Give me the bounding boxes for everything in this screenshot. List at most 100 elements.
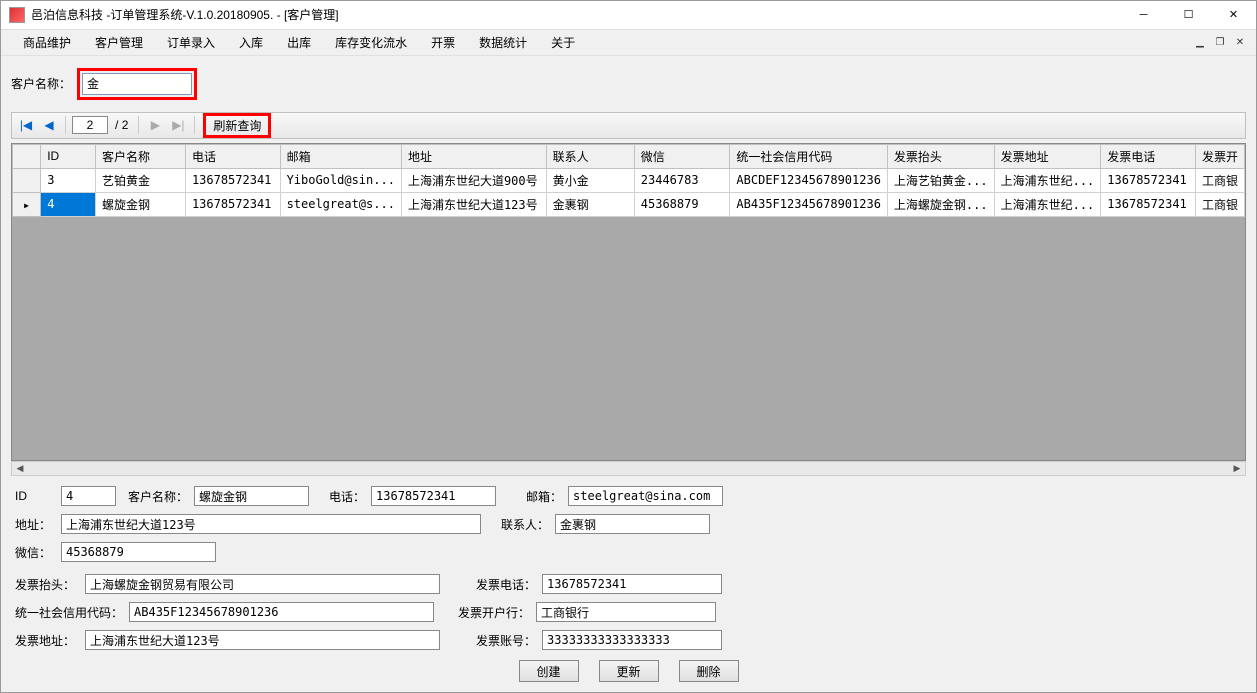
row-header-corner[interactable] xyxy=(13,144,41,168)
pager-prev-icon[interactable]: ◀ xyxy=(39,115,59,135)
label-invoice-bank: 发票开户行： xyxy=(458,604,530,621)
menu-stockflow[interactable]: 库存变化流水 xyxy=(323,30,419,55)
col-email[interactable]: 邮箱 xyxy=(280,144,401,168)
menu-stockout[interactable]: 出库 xyxy=(275,30,323,55)
field-phone[interactable] xyxy=(371,486,496,506)
pager-next-icon[interactable]: ▶ xyxy=(145,115,165,135)
delete-button[interactable]: 删除 xyxy=(679,660,739,682)
col-invoicebank[interactable]: 发票开 xyxy=(1195,144,1244,168)
cell[interactable]: 上海螺旋金钢... xyxy=(887,192,994,216)
refresh-highlight: 刷新查询 xyxy=(203,113,271,138)
menu-stockin[interactable]: 入库 xyxy=(227,30,275,55)
field-invoice-phone[interactable] xyxy=(542,574,722,594)
cell[interactable]: 上海浦东世纪... xyxy=(994,168,1101,192)
col-invoiceaddr[interactable]: 发票地址 xyxy=(994,144,1101,168)
pager-toolbar: |◀ ◀ / 2 ▶ ▶| 刷新查询 xyxy=(11,112,1246,139)
table-row[interactable]: 4螺旋金钢13678572341steelgreat@s...上海浦东世纪大道1… xyxy=(13,192,1245,216)
mdi-restore-icon[interactable]: ❐ xyxy=(1210,33,1230,51)
cell[interactable]: 上海艺铂黄金... xyxy=(887,168,994,192)
cell[interactable]: 23446783 xyxy=(634,168,730,192)
menu-invoice[interactable]: 开票 xyxy=(419,30,467,55)
col-invoicetitle[interactable]: 发票抬头 xyxy=(887,144,994,168)
col-address[interactable]: 地址 xyxy=(401,144,546,168)
table-row[interactable]: 3艺铂黄金13678572341YiboGold@sin...上海浦东世纪大道9… xyxy=(13,168,1245,192)
pager-last-icon[interactable]: ▶| xyxy=(168,115,188,135)
label-credit-code: 统一社会信用代码： xyxy=(15,604,123,621)
label-phone: 电话： xyxy=(329,488,365,505)
cell[interactable]: 上海浦东世纪大道123号 xyxy=(401,192,546,216)
horizontal-scrollbar[interactable]: ◀ ▶ xyxy=(11,461,1246,476)
pager-first-icon[interactable]: |◀ xyxy=(16,115,36,135)
cell[interactable]: 黄小金 xyxy=(546,168,634,192)
cell[interactable]: 3 xyxy=(41,168,96,192)
cell[interactable]: 金裹钢 xyxy=(546,192,634,216)
field-email[interactable] xyxy=(568,486,723,506)
cell[interactable]: steelgreat@s... xyxy=(280,192,401,216)
label-address: 地址： xyxy=(15,516,55,533)
app-icon xyxy=(9,7,25,23)
menu-stats[interactable]: 数据统计 xyxy=(467,30,539,55)
col-wechat[interactable]: 微信 xyxy=(634,144,730,168)
scroll-left-icon[interactable]: ◀ xyxy=(12,462,28,475)
create-button[interactable]: 创建 xyxy=(519,660,579,682)
cell[interactable]: 13678572341 xyxy=(185,192,280,216)
window-controls: ─ ☐ ✕ xyxy=(1121,1,1256,29)
cell[interactable]: 工商银 xyxy=(1195,192,1244,216)
col-invoicephone[interactable]: 发票电话 xyxy=(1101,144,1196,168)
cell[interactable]: 13678572341 xyxy=(1101,192,1196,216)
cell[interactable]: 13678572341 xyxy=(1101,168,1196,192)
mdi-close-icon[interactable]: ✕ xyxy=(1230,33,1250,51)
col-name[interactable]: 客户名称 xyxy=(95,144,185,168)
grid-table: ID 客户名称 电话 邮箱 地址 联系人 微信 统一社会信用代码 发票抬头 发票… xyxy=(12,144,1245,217)
field-address[interactable] xyxy=(61,514,481,534)
menu-customer[interactable]: 客户管理 xyxy=(83,30,155,55)
refresh-button[interactable]: 刷新查询 xyxy=(207,117,267,135)
cell[interactable]: 4 xyxy=(41,192,96,216)
field-invoice-title[interactable] xyxy=(85,574,440,594)
scroll-right-icon[interactable]: ▶ xyxy=(1229,462,1245,475)
col-phone[interactable]: 电话 xyxy=(185,144,280,168)
scroll-track[interactable] xyxy=(28,462,1229,475)
mdi-minimize-icon[interactable]: ▁ xyxy=(1190,33,1210,51)
main-window: 邑泊信息科技 -订单管理系统-V.1.0.20180905. - [客户管理] … xyxy=(0,0,1257,693)
update-button[interactable]: 更新 xyxy=(599,660,659,682)
cell[interactable]: 上海浦东世纪大道900号 xyxy=(401,168,546,192)
cell[interactable]: 工商银 xyxy=(1195,168,1244,192)
col-id[interactable]: ID xyxy=(41,144,96,168)
search-highlight xyxy=(77,68,197,100)
row-header[interactable] xyxy=(13,192,41,216)
search-bar: 客户名称： xyxy=(1,56,1256,112)
separator xyxy=(138,116,139,134)
field-invoice-account[interactable] xyxy=(542,630,722,650)
menu-about[interactable]: 关于 xyxy=(539,30,587,55)
col-creditcode[interactable]: 统一社会信用代码 xyxy=(730,144,888,168)
cell[interactable]: AB435F12345678901236 xyxy=(730,192,888,216)
menu-order[interactable]: 订单录入 xyxy=(155,30,227,55)
cell[interactable]: 13678572341 xyxy=(185,168,280,192)
search-input[interactable] xyxy=(82,73,192,95)
cell[interactable]: 上海浦东世纪... xyxy=(994,192,1101,216)
field-id[interactable] xyxy=(61,486,116,506)
field-wechat[interactable] xyxy=(61,542,216,562)
field-credit-code[interactable] xyxy=(129,602,434,622)
field-invoice-address[interactable] xyxy=(85,630,440,650)
minimize-button[interactable]: ─ xyxy=(1121,1,1166,29)
field-contact[interactable] xyxy=(555,514,710,534)
maximize-button[interactable]: ☐ xyxy=(1166,1,1211,29)
close-button[interactable]: ✕ xyxy=(1211,1,1256,29)
row-header[interactable] xyxy=(13,168,41,192)
label-invoice-title: 发票抬头： xyxy=(15,576,79,593)
data-grid[interactable]: ID 客户名称 电话 邮箱 地址 联系人 微信 统一社会信用代码 发票抬头 发票… xyxy=(11,143,1246,461)
field-invoice-bank[interactable] xyxy=(536,602,716,622)
cell[interactable]: YiboGold@sin... xyxy=(280,168,401,192)
cell[interactable]: 艺铂黄金 xyxy=(95,168,185,192)
menu-product[interactable]: 商品维护 xyxy=(11,30,83,55)
pager-current-input[interactable] xyxy=(72,116,108,134)
field-name[interactable] xyxy=(194,486,309,506)
col-contact[interactable]: 联系人 xyxy=(546,144,634,168)
label-invoice-address: 发票地址： xyxy=(15,632,79,649)
cell[interactable]: 螺旋金钢 xyxy=(95,192,185,216)
cell[interactable]: 45368879 xyxy=(634,192,730,216)
cell[interactable]: ABCDEF12345678901236 xyxy=(730,168,888,192)
label-wechat: 微信： xyxy=(15,544,55,561)
